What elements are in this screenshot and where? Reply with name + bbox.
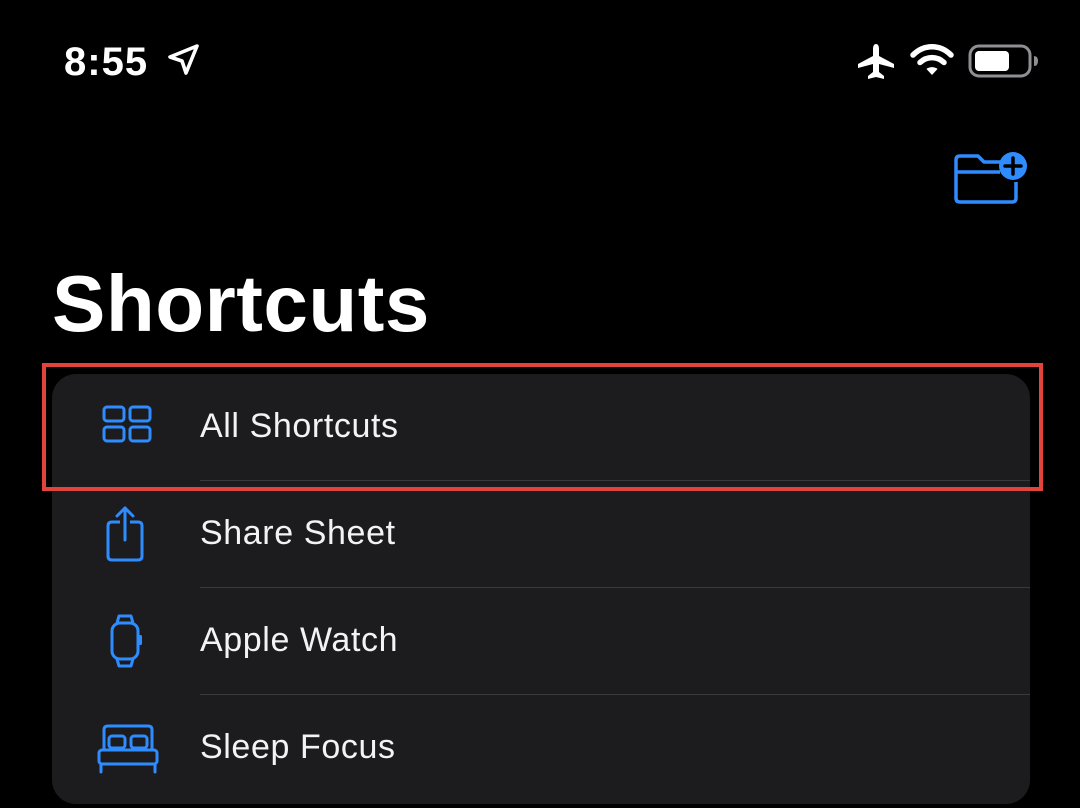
- battery-icon: [968, 44, 1040, 78]
- list-item-share-sheet[interactable]: Share Sheet: [52, 481, 1030, 588]
- list-item-sleep-focus[interactable]: Sleep Focus: [52, 695, 1030, 802]
- list-item-label: Apple Watch: [200, 621, 399, 659]
- list-item-all-shortcuts[interactable]: All Shortcuts: [52, 374, 1030, 481]
- watch-icon: [96, 613, 164, 669]
- list-item-apple-watch[interactable]: Apple Watch: [52, 588, 1030, 695]
- shortcuts-list: All Shortcuts Share Sheet Apple Watch Sl…: [52, 374, 1030, 804]
- new-folder-button[interactable]: [950, 150, 1032, 208]
- list-item-label: Share Sheet: [200, 514, 396, 552]
- list-item-label: All Shortcuts: [200, 407, 399, 445]
- page-title: Shortcuts: [52, 259, 430, 348]
- location-arrow-icon: [166, 42, 202, 78]
- list-item-label: Sleep Focus: [200, 728, 396, 766]
- share-icon: [96, 506, 164, 562]
- wifi-icon: [910, 42, 954, 78]
- bed-icon: [96, 720, 164, 776]
- status-time: 8:55: [64, 40, 149, 84]
- folder-plus-icon: [954, 152, 1027, 204]
- airplane-icon: [855, 42, 897, 80]
- grid-icon: [96, 399, 164, 455]
